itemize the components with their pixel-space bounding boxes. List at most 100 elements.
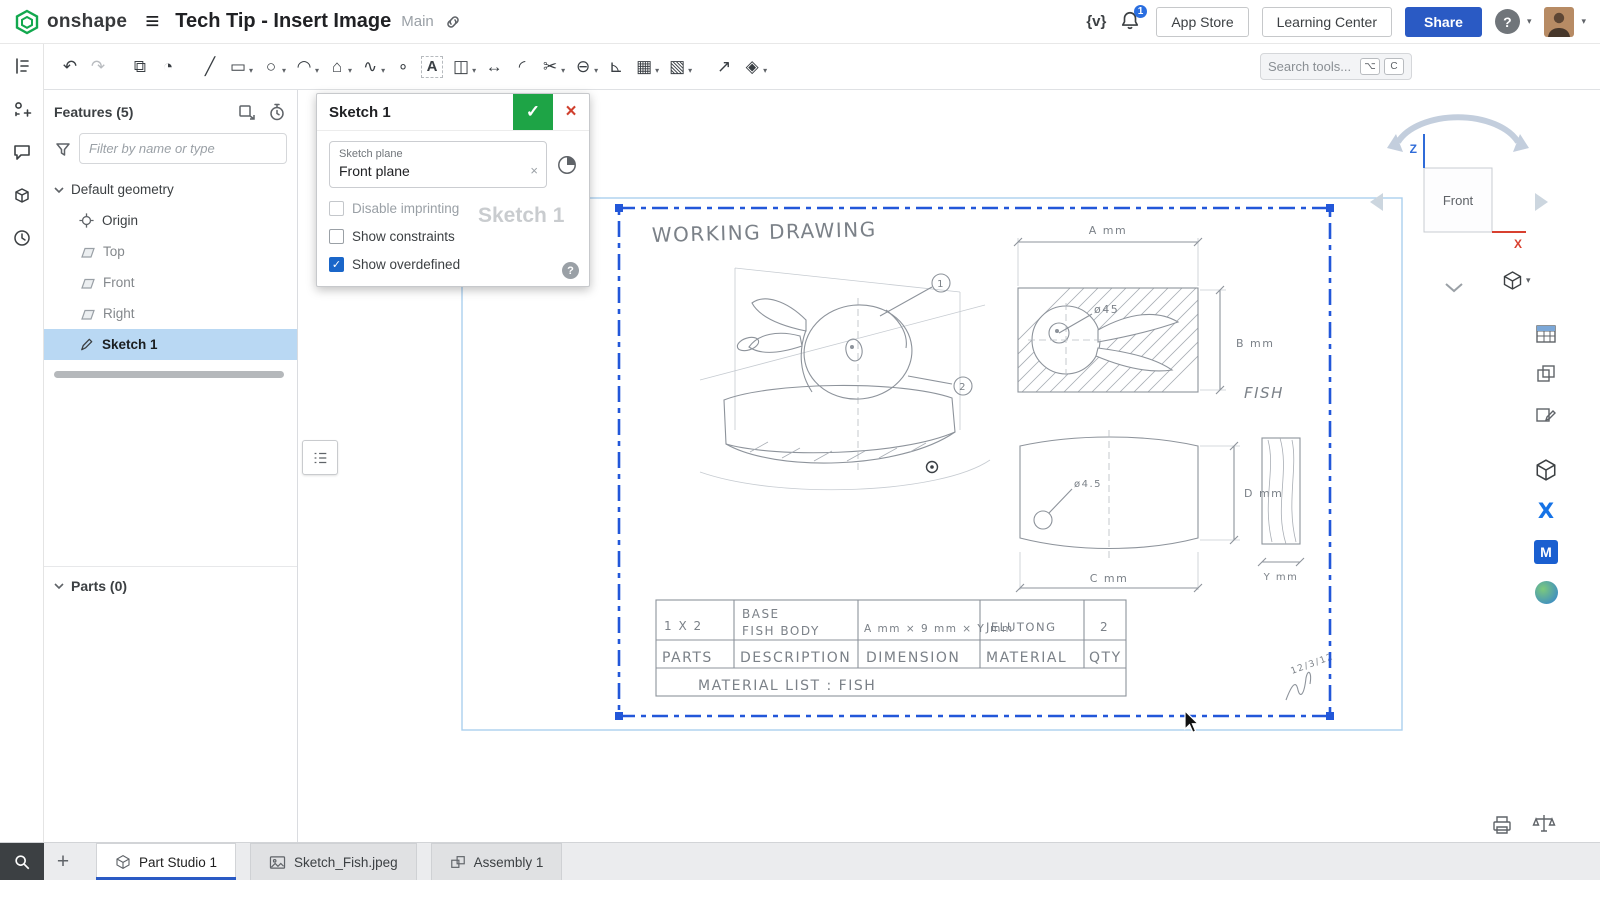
feature-filter-input[interactable] [79, 133, 287, 164]
parts-group-header[interactable]: Parts (0) [44, 567, 297, 605]
sketch-origin-marker[interactable] [927, 462, 938, 473]
mirror-tool-button[interactable]: ◫ [447, 52, 475, 82]
extrude-tool-button[interactable]: ⧉ [126, 52, 154, 82]
rectangle-tool-button[interactable]: ▭ [224, 52, 252, 82]
tree-item-sketch-1[interactable]: Sketch 1 [44, 329, 297, 360]
globe-icon[interactable] [1530, 576, 1562, 608]
pattern-tool-button[interactable]: ▦ [630, 52, 658, 82]
chevron-down-icon[interactable]: ▾ [282, 66, 286, 75]
rollback-stopwatch-icon[interactable] [267, 102, 287, 122]
tab-search-button[interactable] [0, 843, 44, 880]
search-tools-box[interactable]: Search tools... ⌥ C [1260, 53, 1412, 80]
tab-sketch-fish-jpeg[interactable]: Sketch_Fish.jpeg [250, 843, 417, 880]
checkbox-disable-imprinting[interactable]: Disable imprinting [329, 201, 577, 216]
text-tool-button[interactable]: A [421, 56, 443, 78]
inspect-tool-button[interactable]: ◈ [738, 52, 766, 82]
chevron-down-icon[interactable]: ▾ [381, 66, 385, 75]
branch-label[interactable]: Main [401, 13, 434, 30]
spline-tool-button[interactable]: ∿ [356, 52, 384, 82]
app-store-button[interactable]: App Store [1156, 7, 1248, 37]
tree-group-default-geometry[interactable]: Default geometry [44, 174, 297, 205]
chevron-down-icon[interactable]: ▾ [763, 66, 767, 75]
chevron-down-icon[interactable]: ▾ [688, 66, 692, 75]
clock-icon[interactable] [557, 155, 577, 175]
revolve-tool-button[interactable]: ◔ [154, 52, 182, 82]
chevron-down-icon[interactable]: ▾ [561, 66, 565, 75]
help-button[interactable]: ? [1495, 9, 1520, 34]
rotate-arc[interactable] [1398, 117, 1518, 142]
feature-list-icon[interactable] [10, 54, 34, 78]
add-tab-button[interactable]: + [44, 843, 82, 880]
chevron-down-icon[interactable]: ▾ [594, 66, 598, 75]
tree-item-front-plane[interactable]: Front [44, 267, 297, 298]
share-link-icon[interactable] [444, 13, 462, 31]
configurations-icon[interactable] [10, 97, 34, 121]
trim-tool-button[interactable]: ✂ [536, 52, 564, 82]
view-mode-cube-button[interactable]: ▾ [1502, 270, 1531, 291]
checkbox-icon[interactable] [329, 229, 344, 244]
balance-scale-icon[interactable] [1532, 812, 1556, 836]
insert-new-feature-icon[interactable] [237, 102, 257, 122]
menu-icon[interactable]: ≡ [145, 8, 159, 36]
chevron-down-icon[interactable]: ▾ [472, 66, 476, 75]
selection-handle[interactable] [615, 204, 623, 212]
pan-left-arrow-icon[interactable] [1370, 193, 1383, 211]
transform-tool-button[interactable]: ↗ [710, 52, 738, 82]
chevron-down-icon[interactable]: ▾ [315, 66, 319, 75]
view-options-chevron-icon[interactable] [1446, 284, 1462, 291]
versions-icon[interactable]: {v} [1086, 13, 1106, 30]
chevron-down-icon[interactable]: ▾ [348, 66, 352, 75]
cancel-button[interactable]: × [553, 94, 589, 130]
m-app-icon[interactable]: M [1530, 536, 1562, 568]
notifications-bell-icon[interactable]: 1 [1119, 10, 1143, 34]
x-app-icon[interactable]: X [1530, 495, 1562, 527]
selection-handle[interactable] [1326, 204, 1334, 212]
printer-icon[interactable] [1490, 814, 1514, 836]
checkbox-show-constraints[interactable]: Show constraints [329, 229, 577, 244]
parts-stack-icon[interactable] [1530, 358, 1562, 390]
chevron-down-icon[interactable]: ▾ [249, 66, 253, 75]
tree-item-top-plane[interactable]: Top [44, 236, 297, 267]
display-grid-icon[interactable] [1530, 318, 1562, 350]
undo-button[interactable]: ↶ [56, 52, 84, 82]
working-drawing-sketch-image[interactable]: WORKING DRAWING [652, 217, 1336, 700]
chevron-down-icon[interactable]: ▾ [1581, 16, 1586, 27]
selection-handle[interactable] [1326, 712, 1334, 720]
fillet-tool-button[interactable]: ◜ [508, 52, 536, 82]
confirm-button[interactable]: ✓ [513, 94, 553, 130]
dialog-help-button[interactable]: ? [562, 262, 579, 279]
circle-tool-button[interactable]: ○ [257, 52, 285, 82]
measure-tool-button[interactable]: ⊾ [602, 52, 630, 82]
tree-item-origin[interactable]: Origin [44, 205, 297, 236]
feature-list-toggle-button[interactable] [302, 440, 338, 475]
tree-item-right-plane[interactable]: Right [44, 298, 297, 329]
view-cube[interactable]: Front Z X [1360, 100, 1580, 300]
share-button[interactable]: Share [1405, 7, 1482, 37]
avatar[interactable] [1544, 7, 1574, 37]
checkbox-checked-icon[interactable]: ✓ [329, 257, 344, 272]
sketch-plane-field[interactable]: Sketch plane Front plane × [329, 141, 547, 188]
insert-image-tool-button[interactable]: ▧ [663, 52, 691, 82]
chevron-down-icon[interactable]: ▾ [655, 66, 659, 75]
arc-tool-button[interactable]: ◠ [290, 52, 318, 82]
comments-icon[interactable] [10, 140, 34, 164]
polygon-tool-button[interactable]: ⌂ [323, 52, 351, 82]
checkbox-icon[interactable] [329, 201, 344, 216]
redo-button[interactable]: ↷ [84, 52, 112, 82]
selection-handle[interactable] [615, 712, 623, 720]
tab-assembly-1[interactable]: Assembly 1 [431, 843, 563, 880]
isometric-cube-icon[interactable] [1530, 454, 1562, 486]
point-tool-button[interactable]: ∘ [389, 52, 417, 82]
checkbox-show-overdefined[interactable]: ✓ Show overdefined [329, 257, 577, 272]
properties-box-icon[interactable] [10, 183, 34, 207]
line-tool-button[interactable]: ╱ [196, 52, 224, 82]
dimension-tool-button[interactable]: ↔ [480, 52, 508, 82]
edit-part-icon[interactable] [1530, 398, 1562, 430]
tab-part-studio-1[interactable]: Part Studio 1 [96, 843, 236, 880]
clear-selection-icon[interactable]: × [530, 163, 538, 178]
chevron-down-icon[interactable]: ▾ [1527, 16, 1532, 27]
learning-center-button[interactable]: Learning Center [1262, 7, 1392, 37]
rollback-bar[interactable] [54, 371, 284, 378]
offset-tool-button[interactable]: ⊖ [569, 52, 597, 82]
pan-right-arrow-icon[interactable] [1535, 193, 1548, 211]
